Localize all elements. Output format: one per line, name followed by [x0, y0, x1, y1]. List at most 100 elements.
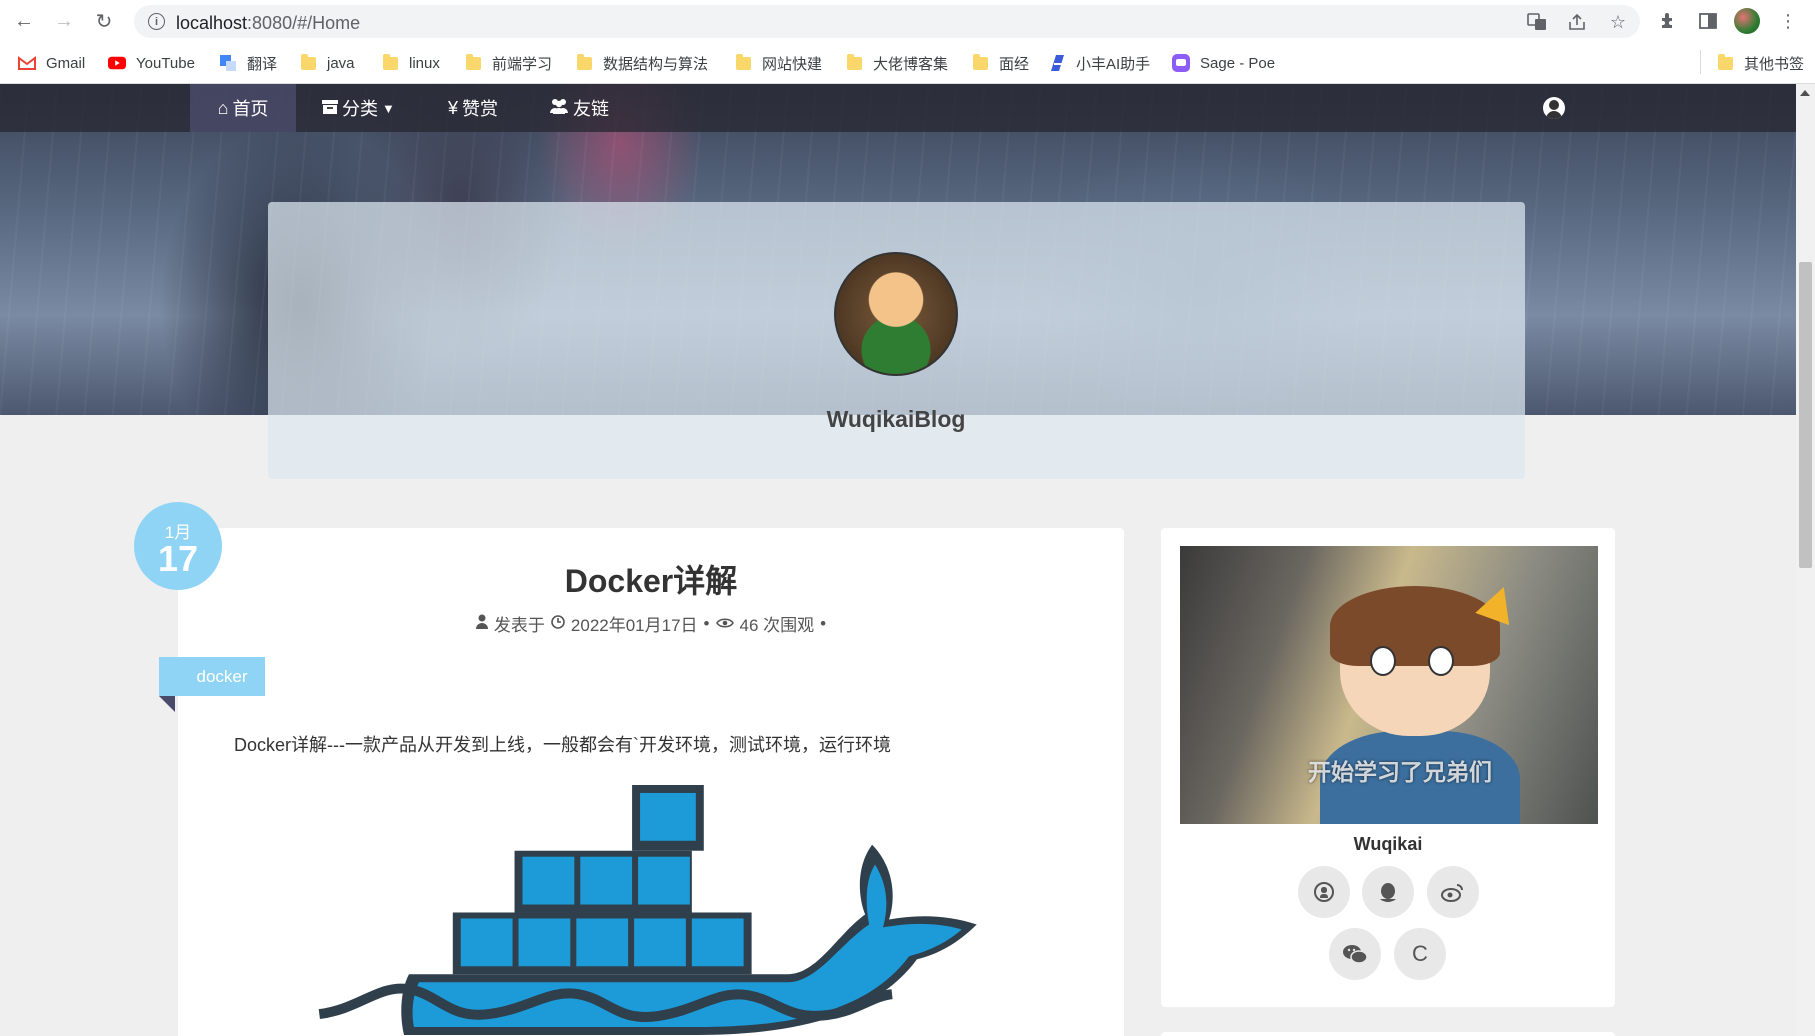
post-excerpt: Docker详解---一款产品从开发到上线，一般都会有`开发环境，测试环境，运行…: [234, 735, 891, 755]
nav-category-label: 分类: [342, 99, 378, 119]
bookmark-website[interactable]: 网站快建: [734, 52, 822, 74]
browser-profile-avatar[interactable]: [1734, 8, 1760, 34]
cover-caption: 开始学习了兄弟们: [1308, 759, 1492, 785]
illustration-eye: [1428, 646, 1454, 676]
blog-avatar[interactable]: [834, 252, 958, 376]
bookmark-linux[interactable]: linux: [381, 52, 440, 74]
eye-icon: [715, 614, 734, 634]
bookmark-label: 面经: [999, 55, 1030, 73]
bookmark-algorithms[interactable]: 数据结构与算法: [575, 52, 708, 74]
bookmark-poe[interactable]: Sage - Poe: [1172, 52, 1275, 74]
illustration-eye: [1370, 646, 1396, 676]
nav-category[interactable]: 分类 ▼: [322, 84, 395, 132]
scroll-up-arrow-icon[interactable]: [1800, 90, 1810, 96]
bookmark-label: 其他书签: [1744, 55, 1805, 73]
bookmark-other[interactable]: 其他书签: [1716, 52, 1804, 74]
site-navbar: ⌂ 首页 分类 ▼ ¥ 赞赏 友链: [0, 84, 1796, 132]
author-cover-image: 开始学习了兄弟们: [1180, 546, 1598, 824]
folder-icon: [575, 53, 593, 72]
clock-icon: [551, 614, 565, 634]
address-url[interactable]: localhost:8080/#/Home: [176, 13, 360, 34]
folder-icon: [299, 53, 317, 72]
bookmark-gmail[interactable]: Gmail: [18, 52, 85, 74]
folder-icon: [381, 53, 399, 72]
folder-icon: [464, 53, 482, 72]
bookmark-label: 数据结构与算法: [603, 55, 709, 73]
reload-icon[interactable]: ↻: [90, 7, 118, 35]
bookmark-frontend[interactable]: 前端学习: [464, 52, 552, 74]
folder-icon: [971, 53, 989, 72]
author-name: Wuqikai: [1353, 834, 1423, 854]
next-sidebar-card: [1161, 1032, 1615, 1036]
post-meta-prefix: 发表于: [493, 616, 545, 635]
post-title[interactable]: Docker详解: [178, 556, 1124, 602]
folder-icon: [1716, 53, 1734, 72]
bookmark-label: 小丰AI助手: [1076, 55, 1151, 73]
caret-down-icon: ▼: [382, 100, 395, 116]
users-icon: [549, 98, 569, 119]
post-tag[interactable]: docker: [159, 657, 265, 696]
extensions-icon[interactable]: [1656, 9, 1680, 33]
nav-home-label: 首页: [232, 99, 269, 119]
tag-ribbon-fold: [159, 696, 175, 712]
nav-reward[interactable]: ¥ 赞赏: [448, 84, 498, 132]
bookmarks-separator: [1700, 50, 1701, 74]
bookmark-translate[interactable]: 翻译: [219, 52, 277, 74]
post-date: 2022年01月17日: [570, 616, 698, 635]
back-icon[interactable]: ←: [10, 7, 38, 35]
nav-friends[interactable]: 友链: [549, 84, 609, 132]
bookmark-label: 网站快建: [762, 55, 823, 73]
address-bar[interactable]: i localhost:8080/#/Home ☆: [134, 5, 1640, 38]
nav-reward-label: 赞赏: [462, 99, 499, 119]
ai-icon: [1048, 54, 1066, 72]
bookmark-label: YouTube: [136, 54, 195, 72]
url-path: :8080/#/Home: [247, 13, 361, 33]
bookmarks-bar: Gmail YouTube 翻译 java linux 前端学习 数据结构与算法…: [0, 42, 1815, 84]
gmail-icon: [18, 54, 36, 72]
bookmark-java[interactable]: java: [299, 52, 355, 74]
translate-page-icon[interactable]: [1526, 11, 1548, 33]
archive-icon: [322, 98, 338, 119]
bookmark-label: 前端学习: [492, 55, 553, 73]
blog-title: WuqikaiBlog: [826, 406, 966, 432]
csdn-icon[interactable]: C: [1394, 928, 1446, 980]
bookmark-interview[interactable]: 面经: [971, 52, 1029, 74]
yen-icon: ¥: [448, 97, 459, 118]
bookmark-label: Gmail: [46, 54, 86, 72]
share-icon[interactable]: [1566, 11, 1588, 33]
post-meta: 发表于 2022年01月17日 • 46 次围观 •: [178, 611, 1124, 636]
site-info-icon[interactable]: i: [148, 13, 165, 30]
translate-icon: [219, 54, 237, 72]
nav-home[interactable]: ⌂ 首页: [190, 84, 296, 132]
bookmark-label: java: [327, 54, 355, 72]
bookmark-label: Sage - Poe: [1200, 54, 1276, 72]
wechat-icon[interactable]: [1329, 928, 1381, 980]
bookmark-youtube[interactable]: YouTube: [108, 52, 195, 74]
bookmark-label: linux: [409, 54, 440, 72]
forward-icon[interactable]: →: [50, 7, 78, 35]
qq-icon[interactable]: [1362, 866, 1414, 918]
folder-icon: [734, 53, 752, 72]
bookmark-star-icon[interactable]: ☆: [1607, 11, 1629, 33]
bookmark-ai-assistant[interactable]: 小丰AI助手: [1048, 52, 1150, 74]
home-icon: ⌂: [217, 97, 229, 118]
poe-icon: [1172, 54, 1190, 72]
illustration-hair: [1330, 586, 1500, 666]
post-views: 46 次围观: [739, 616, 815, 635]
bookmark-label: 大佬博客集: [873, 55, 949, 73]
user-circle-icon[interactable]: [1543, 97, 1565, 119]
nav-friends-label: 友链: [573, 99, 609, 119]
folder-icon: [845, 53, 863, 72]
meta-dot: •: [703, 613, 710, 633]
bookmark-label: 翻译: [247, 55, 278, 73]
menu-kebab-icon[interactable]: ⋮: [1776, 9, 1800, 33]
url-host: localhost: [176, 13, 248, 33]
docker-logo-image: [318, 785, 977, 1035]
user-icon: [475, 614, 488, 634]
bookmark-blogs[interactable]: 大佬博客集: [845, 52, 948, 74]
github-icon[interactable]: [1298, 866, 1350, 918]
scrollbar-thumb[interactable]: [1799, 262, 1812, 568]
youtube-icon: [108, 54, 126, 72]
side-panel-icon[interactable]: [1696, 9, 1720, 33]
weibo-icon[interactable]: [1427, 866, 1479, 918]
